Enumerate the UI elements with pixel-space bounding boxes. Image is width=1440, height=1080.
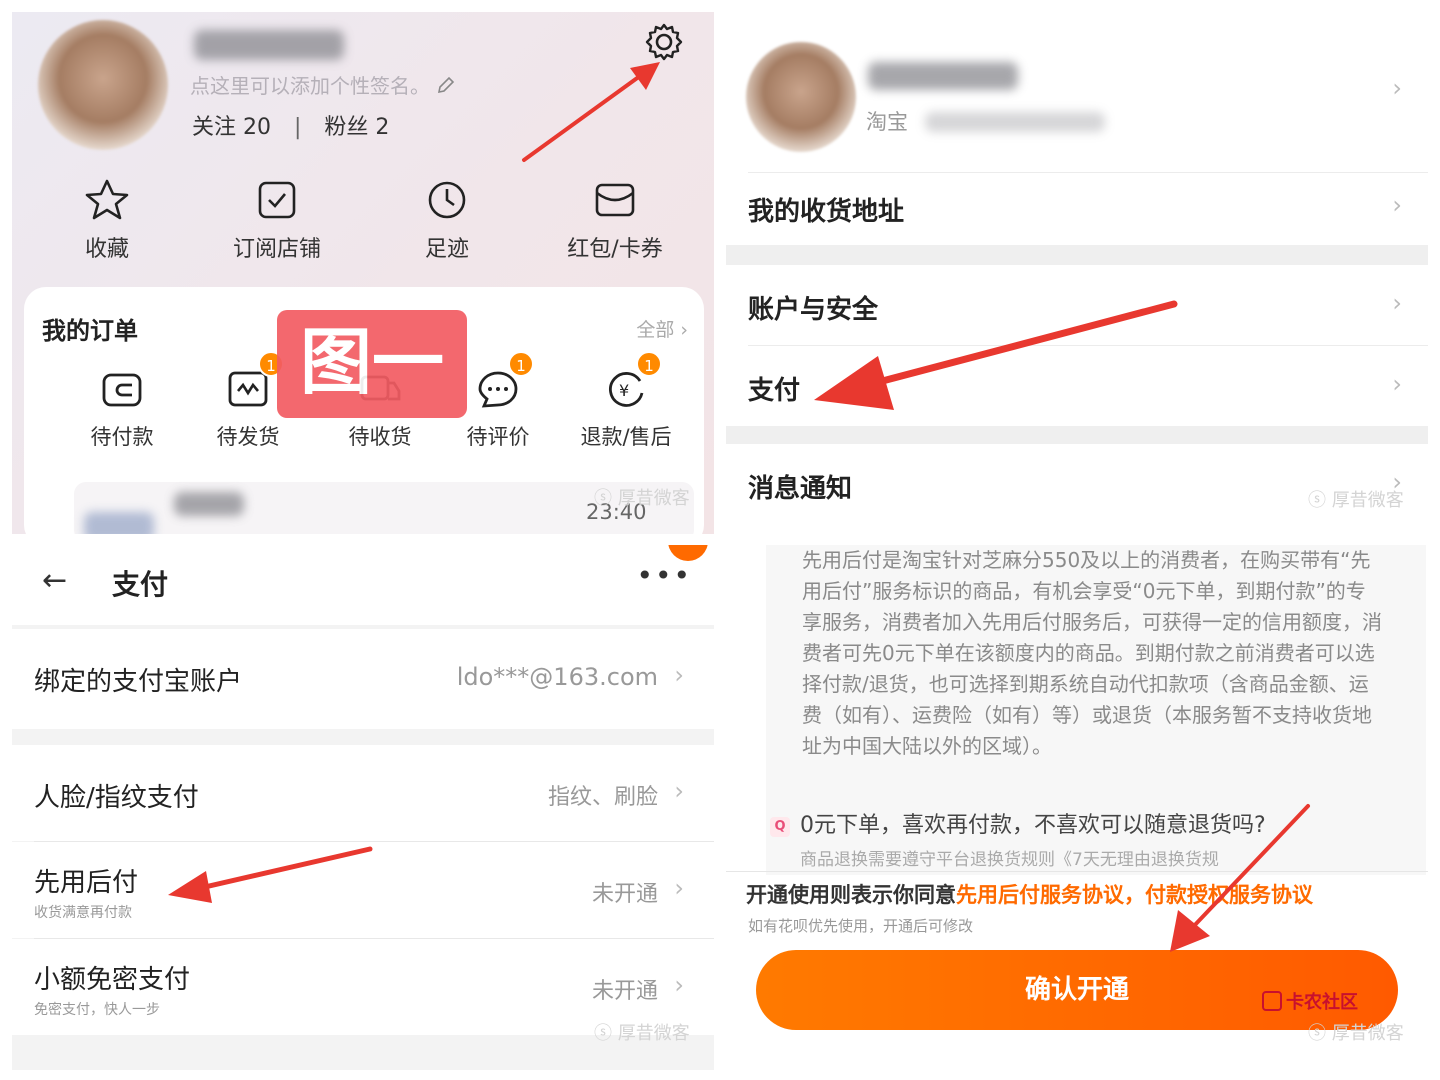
section-gap [726, 245, 1428, 265]
order-pending-payment[interactable]: 待付款 [62, 367, 182, 451]
svg-text:¥: ¥ [619, 381, 629, 400]
pay-later-status: 未开通 [591, 882, 658, 907]
kanong-logo: 卡农社区 [1262, 988, 1358, 1014]
wallet-icon [102, 373, 142, 407]
orders-all-link[interactable]: 全部 › [636, 315, 688, 342]
avatar [746, 42, 856, 152]
taobao-account-label: 淘宝 [866, 106, 1105, 136]
pay-face-fingerprint[interactable]: 人脸/指纹支付 指纹、刷脸 › [12, 745, 714, 841]
screenshot-collage: 点这里可以添加个性签名。 关注 20 | 粉丝 2 收藏 订阅店铺 足迹 红包/… [0, 0, 1440, 1080]
agreement-consent: 开通使用则表示你同意先用后付服务协议，付款授权服务协议 [746, 883, 1313, 907]
watermark: ⓢ 厚昔微客 [1308, 490, 1404, 511]
settings-address[interactable]: 我的收货地址 › [726, 173, 1428, 245]
settings-payment[interactable]: 支付 › [726, 346, 1428, 426]
chevron-right-icon: › [1392, 289, 1402, 317]
divider [726, 871, 1428, 872]
huabei-note: 如有花呗优先使用，开通后可修改 [748, 917, 974, 935]
avatar[interactable] [38, 20, 168, 150]
chevron-right-icon: › [1392, 191, 1402, 219]
pencil-icon [438, 76, 455, 94]
account-profile-row[interactable]: 淘宝 › [726, 12, 1428, 172]
gear-icon[interactable] [642, 20, 686, 64]
orders-title: 我的订单 [42, 317, 138, 345]
settings-panel: 淘宝 › 我的收货地址 › 账户与安全 › 支付 › 消息通知 › ⓢ 厚昔微客 [726, 12, 1428, 537]
alipay-email: ldo***@163.com [456, 663, 658, 691]
watermark: ⓢ 厚昔微客 [1308, 1023, 1404, 1044]
chevron-right-icon: › [674, 777, 684, 805]
settings-notifications[interactable]: 消息通知 › [726, 444, 1428, 524]
question-icon: Q [770, 817, 790, 837]
store-check-icon [258, 181, 296, 219]
shortcut-coupons[interactable]: 红包/卡券 [540, 177, 690, 263]
figure-label-stamp: 图一 [277, 310, 467, 418]
order-text-blurred [174, 492, 244, 516]
chevron-right-icon: › [674, 874, 684, 902]
settings-account-security[interactable]: 账户与安全 › [726, 265, 1428, 345]
section-gap [726, 426, 1428, 444]
follow-stats: 关注 20 | 粉丝 2 [192, 115, 390, 140]
order-thumb-blurred [84, 512, 154, 534]
back-arrow-icon[interactable]: ← [42, 563, 67, 598]
small-free-status: 未开通 [591, 979, 658, 1004]
watermark: ⓢ 厚昔微客 [594, 1023, 690, 1044]
profile-panel: 点这里可以添加个性签名。 关注 20 | 粉丝 2 收藏 订阅店铺 足迹 红包/… [12, 12, 714, 534]
pay-later-agreement-panel: 先用后付是淘宝针对芝麻分550及以上的消费者，在购买带有“先用后付”服务标识的商… [726, 545, 1428, 1070]
shortcut-subscribed-stores[interactable]: 订阅店铺 [202, 177, 352, 263]
logo-mark-icon [1262, 991, 1282, 1011]
shortcut-footprints[interactable]: 足迹 [372, 177, 522, 263]
agreement-links[interactable]: 先用后付服务协议，付款授权服务协议 [956, 883, 1313, 907]
badge-pending-review: 1 [508, 351, 534, 377]
page-title: 支付 [112, 568, 169, 601]
more-icon[interactable]: ••• [636, 559, 692, 592]
arrow-to-settings [522, 62, 660, 162]
signature-hint[interactable]: 点这里可以添加个性签名。 [190, 70, 456, 99]
username-blurred [194, 30, 344, 60]
agreement-paragraph: 先用后付是淘宝针对芝麻分550及以上的消费者，在购买带有“先用后付”服务标识的商… [802, 548, 1382, 758]
follow-count[interactable]: 关注 20 [192, 115, 271, 140]
fans-count[interactable]: 粉丝 2 [324, 115, 389, 140]
order-refund-aftersale[interactable]: ¥ 1 退款/售后 [566, 351, 686, 451]
star-icon [85, 179, 129, 220]
nav-header: ← 支付 ••• [12, 545, 714, 625]
account-name-blurred [924, 112, 1105, 132]
chevron-right-icon: › [1392, 370, 1402, 398]
clock-icon [428, 181, 466, 219]
faq-question[interactable]: Q 0元下单，喜欢再付款，不喜欢可以随意退货吗? [770, 807, 1266, 839]
shortcut-favorites[interactable]: 收藏 [32, 177, 182, 263]
badge-refund: 1 [636, 351, 662, 377]
coupon-icon [595, 183, 635, 217]
chevron-right-icon: › [1392, 74, 1402, 102]
chevron-right-icon: › [674, 971, 684, 999]
chevron-right-icon: › [674, 661, 684, 689]
payment-panel: ← 支付 ••• 绑定的支付宝账户 ldo***@163.com › 人脸/指纹… [12, 545, 714, 1070]
pay-later[interactable]: 先用后付 收货满意再付款 未开通 › [12, 842, 714, 938]
username-blurred [868, 62, 1018, 90]
faq-answer-cut: 商品退换需要遵守平台退换货规则《7天无理由退换货规 [800, 850, 1219, 870]
pay-alipay-account[interactable]: 绑定的支付宝账户 ldo***@163.com › [12, 629, 714, 729]
watermark: ⓢ 厚昔微客 [594, 488, 690, 509]
